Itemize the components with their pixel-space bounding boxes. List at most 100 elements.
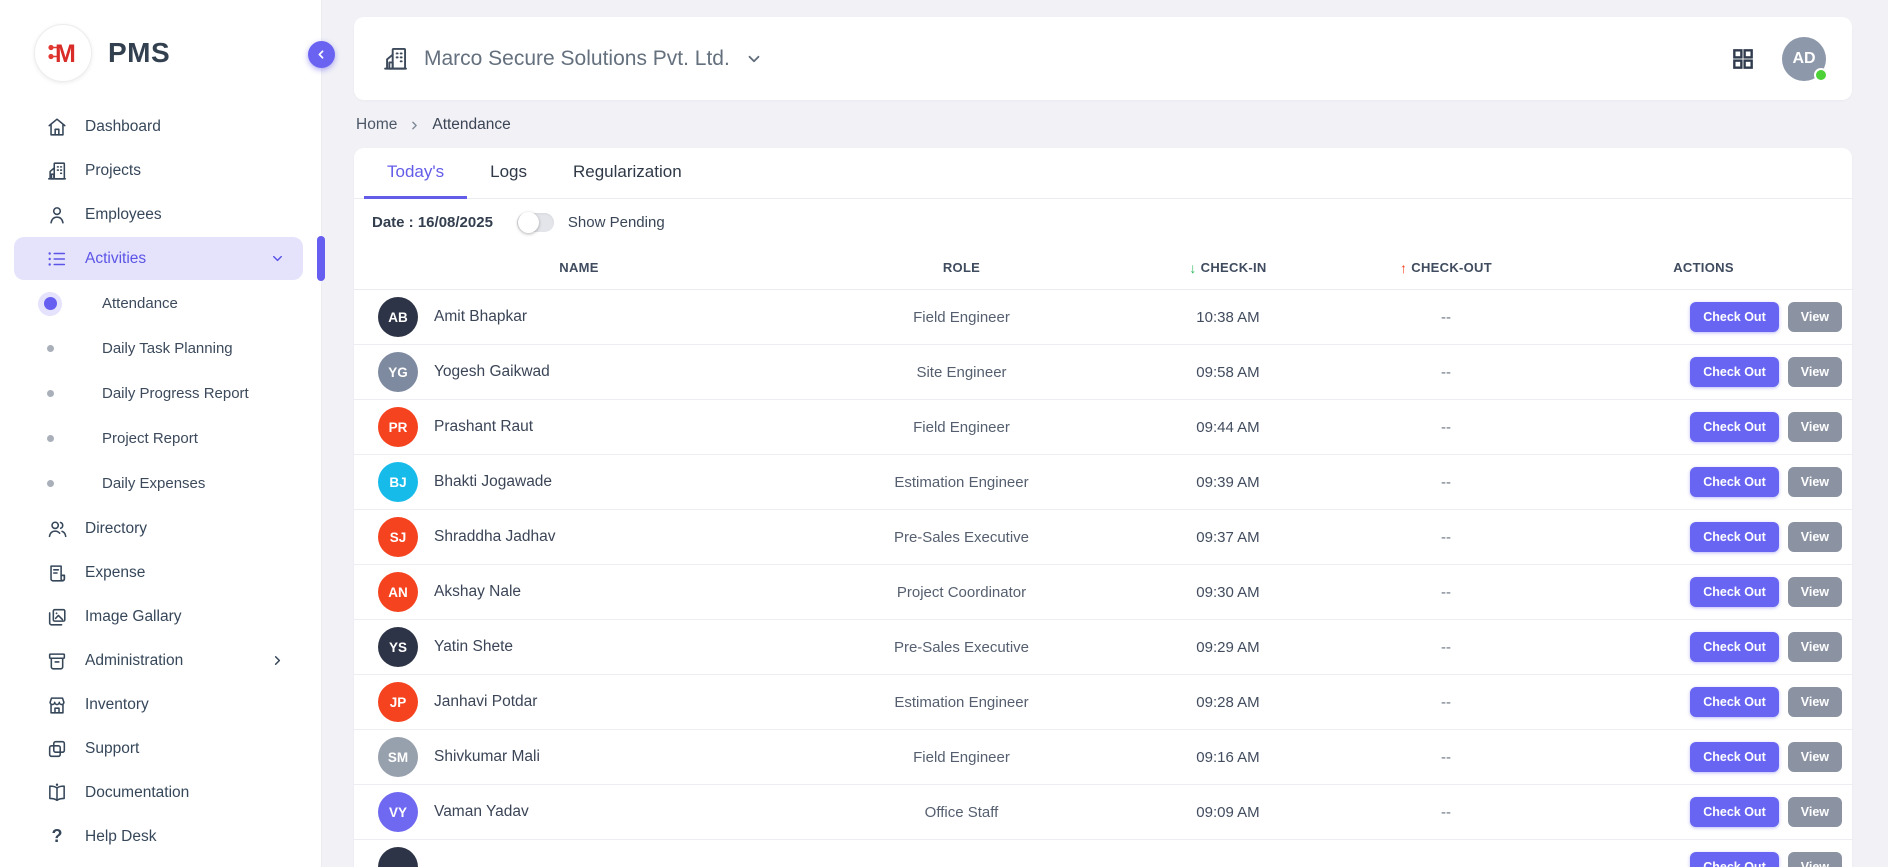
tab-regularization[interactable]: Regularization (550, 148, 705, 199)
sidebar-item-directory[interactable]: Directory (14, 507, 303, 550)
employee-name: Prashant Raut (434, 418, 533, 436)
check-out-button[interactable]: Check Out (1690, 302, 1779, 332)
employee-avatar: AB (378, 297, 418, 337)
view-button[interactable]: View (1788, 467, 1842, 497)
row-actions: Check Out View (1555, 302, 1852, 332)
view-button[interactable]: View (1788, 687, 1842, 717)
employee-role: Estimation Engineer (804, 474, 1119, 491)
employee-role: Estimation Engineer (804, 694, 1119, 711)
employee-name: Yatin Shete (434, 638, 513, 656)
topbar: Marco Secure Solutions Pvt. Ltd. AD (354, 17, 1852, 100)
sidebar-item-label: Employees (85, 206, 285, 224)
view-button[interactable]: View (1788, 302, 1842, 332)
sort-up-arrow-icon: ↑ (1400, 260, 1407, 276)
person-icon (46, 204, 68, 226)
column-header-check-out[interactable]: ↑CHECK-OUT (1337, 260, 1555, 276)
check-out-button[interactable]: Check Out (1690, 797, 1779, 827)
sidebar-item-documentation[interactable]: Documentation (14, 771, 303, 814)
column-header-check-in[interactable]: ↓CHECK-IN (1119, 260, 1337, 276)
topbar-right: AD (1730, 37, 1826, 81)
table-row: VYVaman YadavOffice Staff09:09 AM--Check… (354, 785, 1852, 840)
people-icon (46, 518, 68, 540)
tab-today-s[interactable]: Today's (364, 148, 467, 199)
table-row: YSYatin ShetePre-Sales Executive09:29 AM… (354, 620, 1852, 675)
sidebar-item-dashboard[interactable]: Dashboard (14, 105, 303, 148)
book-icon (46, 782, 68, 804)
company-logo: M (34, 24, 92, 82)
column-header-label: ROLE (943, 260, 980, 275)
check-out-button[interactable]: Check Out (1690, 852, 1779, 867)
employee-role: Site Engineer (804, 364, 1119, 381)
employee-cell: JPJanhavi Potdar (354, 682, 804, 722)
sidebar-item-daily-expenses[interactable]: Daily Expenses (0, 461, 321, 506)
check-out-time: -- (1337, 749, 1555, 766)
employee-cell: AB Amit Bhapkar (354, 297, 804, 337)
logo-m-icon: M (43, 33, 83, 73)
chevron-down (270, 251, 285, 266)
tab-logs[interactable]: Logs (467, 148, 550, 199)
user-avatar[interactable]: AD (1782, 37, 1826, 81)
sidebar-item-daily-task-planning[interactable]: Daily Task Planning (0, 326, 321, 371)
employee-cell: YSYatin Shete (354, 627, 804, 667)
building-icon (382, 45, 409, 72)
table-row: BJBhakti JogawadeEstimation Engineer09:3… (354, 455, 1852, 510)
sidebar-item-help-desk[interactable]: ?Help Desk (14, 815, 303, 858)
archive-icon (46, 650, 68, 672)
check-out-button[interactable]: Check Out (1690, 742, 1779, 772)
view-button[interactable]: View (1788, 852, 1842, 867)
sidebar-item-support[interactable]: Support (14, 727, 303, 770)
sidebar-item-activities[interactable]: Activities (14, 237, 303, 280)
column-header-name: NAME (354, 260, 804, 275)
bullet-icon (38, 427, 62, 451)
check-out-button[interactable]: Check Out (1690, 632, 1779, 662)
employee-name: Amit Bhapkar (434, 308, 527, 326)
employee-role: Pre-Sales Executive (804, 529, 1119, 546)
view-button[interactable]: View (1788, 742, 1842, 772)
row-actions: Check Out View (1555, 522, 1852, 552)
sidebar-item-label: Image Gallary (85, 608, 285, 626)
sidebar-item-projects[interactable]: Projects (14, 149, 303, 192)
sidebar-item-daily-progress-report[interactable]: Daily Progress Report (0, 371, 321, 416)
view-button[interactable]: View (1788, 632, 1842, 662)
breadcrumb-item-home[interactable]: Home (356, 116, 397, 134)
employee-name: Janhavi Potdar (434, 693, 537, 711)
sidebar-item-label: Help Desk (85, 828, 285, 846)
check-out-time: -- (1337, 309, 1555, 326)
check-out-button[interactable]: Check Out (1690, 687, 1779, 717)
app-root: M PMS DashboardProjectsEmployeesActiviti… (0, 0, 1888, 867)
view-button[interactable]: View (1788, 797, 1842, 827)
employee-avatar: PR (378, 407, 418, 447)
sidebar-item-administration[interactable]: Administration (14, 639, 303, 682)
view-button[interactable]: View (1788, 522, 1842, 552)
apps-grid-icon[interactable] (1730, 46, 1756, 72)
check-out-button[interactable]: Check Out (1690, 467, 1779, 497)
view-button[interactable]: View (1788, 412, 1842, 442)
sidebar-item-image-gallary[interactable]: Image Gallary (14, 595, 303, 638)
table-row: Check Out View (354, 840, 1852, 867)
employee-role: Project Coordinator (804, 584, 1119, 601)
sidebar-item-project-report[interactable]: Project Report (0, 416, 321, 461)
employee-cell: ANAkshay Nale (354, 572, 804, 612)
employee-role: Field Engineer (804, 749, 1119, 766)
sidebar-item-employees[interactable]: Employees (14, 193, 303, 236)
show-pending-toggle[interactable] (517, 213, 554, 232)
row-actions: Check Out View (1555, 797, 1852, 827)
check-out-button[interactable]: Check Out (1690, 577, 1779, 607)
view-button[interactable]: View (1788, 577, 1842, 607)
sidebar-item-attendance[interactable]: Attendance (0, 281, 321, 326)
sidebar-item-inventory[interactable]: Inventory (14, 683, 303, 726)
company-switcher[interactable]: Marco Secure Solutions Pvt. Ltd. (382, 45, 763, 72)
employee-role: Pre-Sales Executive (804, 639, 1119, 656)
table-row: SMShivkumar MaliField Engineer09:16 AM--… (354, 730, 1852, 785)
view-button[interactable]: View (1788, 357, 1842, 387)
sidebar-item-expense[interactable]: Expense (14, 551, 303, 594)
check-out-button[interactable]: Check Out (1690, 412, 1779, 442)
chevron-left-icon (315, 48, 328, 61)
check-out-time: -- (1337, 804, 1555, 821)
sidebar-subitem-label: Daily Progress Report (102, 385, 249, 402)
bullet-icon (38, 337, 62, 361)
check-out-button[interactable]: Check Out (1690, 522, 1779, 552)
sidebar-collapse-button[interactable] (308, 41, 335, 68)
check-in-time: 10:38 AM (1119, 309, 1337, 326)
check-out-button[interactable]: Check Out (1690, 357, 1779, 387)
